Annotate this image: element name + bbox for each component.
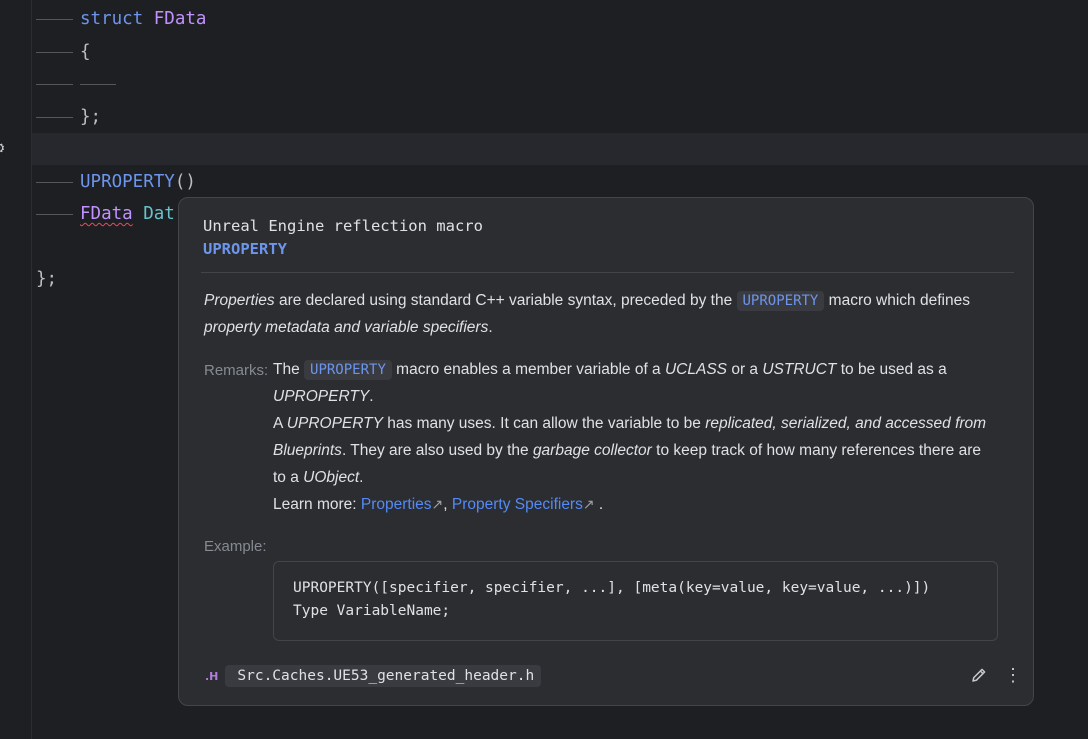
macro-uproperty: UPROPERTY [80,172,175,192]
external-link-icon: ↗ [582,496,595,512]
code-line-brace-open[interactable]: { [36,39,91,65]
popup-footer: .H Src.Caches.UE53_generated_header.h [205,664,542,688]
keyword-struct: struct [80,9,144,29]
brace-open: { [80,42,91,62]
external-link-icon: ↗ [431,496,444,512]
lightbulb-icon[interactable]: ⚙ [0,137,10,159]
example-code-block[interactable]: UPROPERTY([specifier, specifier, ...], [… [273,561,998,641]
code-chip-uproperty: UPROPERTY [736,291,825,311]
brace-close: }; [36,269,58,289]
code-line-macro[interactable]: UPROPERTY() [36,169,196,195]
indent-guide [36,213,73,215]
caret-line-highlight [32,133,1088,165]
more-vertical-icon[interactable]: ⋮ [1003,664,1023,686]
code-line-declaration[interactable]: FData Dat [36,201,175,227]
struct-name: FData [153,9,207,29]
indent-guide [36,18,73,20]
popup-symbol-name: UPROPERTY [203,240,287,258]
field-name: Dat [143,204,175,224]
code-line-close-outer[interactable]: }; [36,266,57,292]
description-paragraph: Properties are declared using standard C… [204,291,970,336]
code-line-struct[interactable]: struct FData [36,6,206,32]
header-file-icon: .H [205,669,219,683]
source-file-link[interactable]: Src.Caches.UE53_generated_header.h [225,665,542,687]
popup-separator [201,272,1014,273]
brace-close: }; [80,107,102,127]
popup-title: Unreal Engine reflection macro [203,217,483,235]
indent-guide [36,83,73,85]
link-properties[interactable]: Properties [361,496,432,513]
example-code-line-2: Type VariableName; [293,603,451,619]
indent-guide [36,181,73,183]
link-property-specifiers[interactable]: Property Specifiers [452,496,583,513]
indent-guide [36,116,73,118]
remarks-label: Remarks: [204,362,269,379]
indent-guide [36,51,73,53]
remarks-paragraph: The UPROPERTY macro enables a member var… [273,360,987,513]
example-label: Example: [204,538,267,555]
code-line-close-inner[interactable]: }; [36,104,101,130]
documentation-popup[interactable]: Unreal Engine reflection macro UPROPERTY… [178,197,1034,706]
code-line-empty[interactable] [36,71,124,97]
pencil-icon[interactable] [969,665,989,685]
gutter-divider [31,0,32,739]
code-chip-uproperty: UPROPERTY [304,360,392,380]
type-fdata: FData [80,204,133,224]
macro-args: () [174,172,196,192]
indent-guide [80,83,116,85]
example-code-line-1: UPROPERTY([specifier, specifier, ...], [… [293,580,931,596]
